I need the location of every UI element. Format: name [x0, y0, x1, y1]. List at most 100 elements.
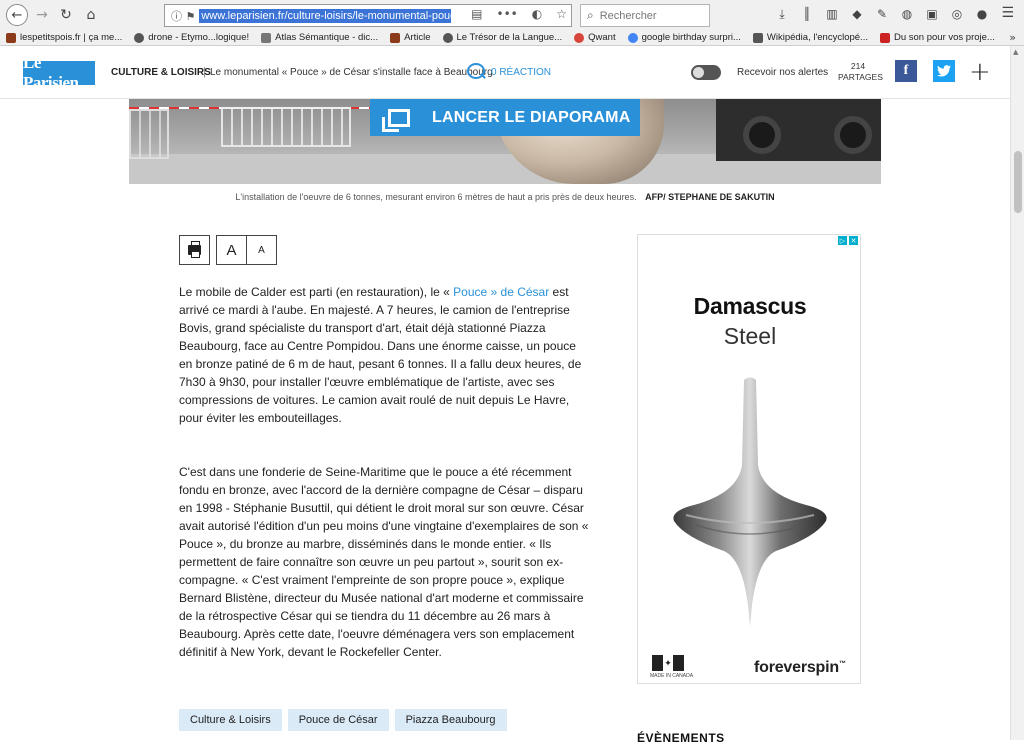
- bookmark-label: Wikipédia, l'encyclopé...: [766, 32, 868, 43]
- reactions-link[interactable]: 0 RÉACTION: [491, 67, 551, 78]
- photo-wheel: [743, 116, 781, 154]
- facebook-share-button[interactable]: f: [895, 60, 917, 82]
- toolbar-extensions: ⤓ ║ ▥ ◆ ✎ ◍ ▣ ◎ ●: [774, 6, 990, 22]
- bookmark-item[interactable]: google birthday surpri...: [627, 32, 741, 43]
- bookmark-label: lespetitspois.fr | ça me...: [20, 32, 123, 43]
- alerts-toggle[interactable]: [691, 65, 721, 80]
- bookmark-item[interactable]: Wikipédia, l'encyclopé...: [752, 32, 868, 43]
- font-decrease-button[interactable]: A: [247, 236, 276, 264]
- sidebar-icon[interactable]: ▥: [824, 6, 840, 22]
- share-count: 214 PARTAGES: [838, 61, 883, 83]
- menu-icon[interactable]: ☰: [1001, 5, 1014, 21]
- favicon-icon: [627, 32, 638, 43]
- search-input[interactable]: ⌕ Rechercher: [580, 4, 710, 27]
- site-info-icon[interactable]: ⓘ ⚑: [165, 8, 199, 24]
- favicon-icon: [752, 32, 763, 43]
- favicon-icon: [390, 32, 401, 43]
- comment-icon[interactable]: [467, 63, 485, 79]
- reader-view-icon[interactable]: ▤: [471, 7, 482, 21]
- back-icon[interactable]: ←: [6, 4, 28, 26]
- photo-credit: AFP/ STEPHANE DE SAKUTIN: [645, 192, 775, 202]
- article-paragraph: Le mobile de Calder est parti (en restau…: [179, 283, 589, 427]
- color-icon[interactable]: ●: [974, 6, 990, 22]
- favicon-icon: [442, 32, 453, 43]
- photo-wheel: [834, 116, 872, 154]
- page-scrollbar[interactable]: ▲: [1010, 46, 1024, 740]
- library-icon[interactable]: ║: [799, 6, 815, 22]
- tools-icon[interactable]: ✎: [874, 6, 890, 22]
- search-icon: ⌕: [587, 8, 594, 22]
- favicon-icon: [261, 32, 272, 43]
- search-placeholder: Rechercher: [599, 9, 657, 22]
- reload-icon[interactable]: ↻: [55, 4, 77, 26]
- bookmark-item[interactable]: Atlas Sémantique - dic...: [261, 32, 378, 43]
- share-count-label: PARTAGES: [838, 72, 883, 82]
- print-button[interactable]: [179, 235, 210, 265]
- advertisement[interactable]: ▷ ✕ Damascus Steel ✦ MADE IN CANADA forev…: [637, 234, 861, 684]
- font-size-controls: A A: [216, 235, 277, 265]
- printer-icon: [188, 241, 201, 258]
- ad-title: Damascus: [693, 293, 807, 319]
- bookmark-item[interactable]: Article: [390, 32, 431, 43]
- ad-brand-name: foreverspin: [754, 659, 839, 676]
- section-link[interactable]: CULTURE & LOISIRS: [111, 67, 211, 78]
- bookmark-item[interactable]: Du son pour vos proje...: [879, 32, 995, 43]
- maple-leaf-icon: ✦: [662, 655, 674, 671]
- globe-icon[interactable]: ◍: [899, 6, 915, 22]
- ad-trademark: ™: [838, 660, 846, 668]
- ad-brand: foreverspin™: [754, 659, 846, 677]
- browser-toolbar: ← → ↻ ⌂ ⓘ ⚑ www.leparisien.fr/culture-lo…: [0, 0, 1024, 30]
- pocket-icon[interactable]: ◐: [532, 7, 542, 21]
- scrollbar-thumb[interactable]: [1014, 151, 1022, 213]
- paragraph-text: est arrivé ce mardi à l'aube. En majesté…: [179, 285, 582, 425]
- header-separator: |: [203, 66, 206, 78]
- slideshow-icon: [382, 108, 410, 132]
- favicon-icon: [574, 32, 585, 43]
- bookmark-label: Qwant: [588, 32, 616, 43]
- extension-icon[interactable]: ◆: [849, 6, 865, 22]
- alerts-label: Recevoir nos alertes: [737, 67, 829, 78]
- tag-link[interactable]: Piazza Beaubourg: [394, 709, 507, 731]
- bookmark-item[interactable]: Le Trésor de la Langue...: [442, 32, 563, 43]
- font-increase-button[interactable]: A: [217, 236, 247, 264]
- slideshow-button[interactable]: LANCER LE DIAPORAMA: [370, 99, 640, 136]
- spinning-top-image: [673, 377, 827, 627]
- site-header: Le Parisien CULTURE & LOISIRS | Le monum…: [0, 46, 1010, 99]
- site-logo[interactable]: Le Parisien: [23, 53, 95, 92]
- bookmark-label: Article: [404, 32, 431, 43]
- ad-subtitle: Steel: [723, 323, 777, 349]
- tag-link[interactable]: Culture & Loisirs: [179, 709, 282, 731]
- twitter-share-button[interactable]: [933, 60, 955, 82]
- tag-link[interactable]: Pouce de César: [287, 709, 389, 731]
- caption-text: L'installation de l'oeuvre de 6 tonnes, …: [235, 192, 637, 202]
- bookmark-item[interactable]: Qwant: [574, 32, 616, 43]
- scroll-up-icon[interactable]: ▲: [1013, 48, 1018, 56]
- page-actions-icon[interactable]: •••: [497, 7, 518, 21]
- slideshow-label: LANCER LE DIAPORAMA: [432, 108, 631, 126]
- photo-caption: L'installation de l'oeuvre de 6 tonnes, …: [0, 192, 1010, 202]
- home-icon[interactable]: ⌂: [80, 4, 102, 26]
- bookmark-item[interactable]: drone - Etymo...logique!: [134, 32, 249, 43]
- favicon-icon: [134, 32, 145, 43]
- more-bookmarks-icon[interactable]: »: [1009, 31, 1016, 44]
- photo-barrier: [221, 107, 351, 147]
- photo-barrier: [129, 109, 169, 159]
- ad-made-in: MADE IN CANADA: [650, 673, 694, 679]
- chrome-ext-icon[interactable]: ◎: [949, 6, 965, 22]
- url-text[interactable]: www.leparisien.fr/culture-loisirs/le-mon…: [199, 8, 452, 23]
- bookmark-star-icon[interactable]: ☆: [556, 7, 567, 21]
- url-bar[interactable]: ⓘ ⚑ www.leparisien.fr/culture-loisirs/le…: [164, 4, 572, 27]
- download-icon[interactable]: ⤓: [774, 6, 790, 22]
- favicon-icon: [6, 32, 16, 43]
- article-body: Le mobile de Calder est parti (en restau…: [179, 283, 589, 697]
- article-link[interactable]: Pouce » de César: [453, 285, 549, 299]
- canada-flag-icon: ✦: [652, 655, 685, 671]
- reader-icon[interactable]: ▣: [924, 6, 940, 22]
- bookmark-label: Le Trésor de la Langue...: [456, 32, 563, 43]
- more-share-button[interactable]: +: [969, 57, 991, 87]
- header-article-title: Le monumental « Pouce » de César s'insta…: [210, 67, 493, 78]
- article-paragraph: C'est dans une fonderie de Seine-Maritim…: [179, 465, 589, 659]
- forward-icon[interactable]: →: [31, 4, 53, 26]
- ad-choices-icon[interactable]: ▷ ✕: [838, 236, 858, 246]
- bookmark-item[interactable]: lespetitspois.fr | ça me...: [6, 32, 122, 43]
